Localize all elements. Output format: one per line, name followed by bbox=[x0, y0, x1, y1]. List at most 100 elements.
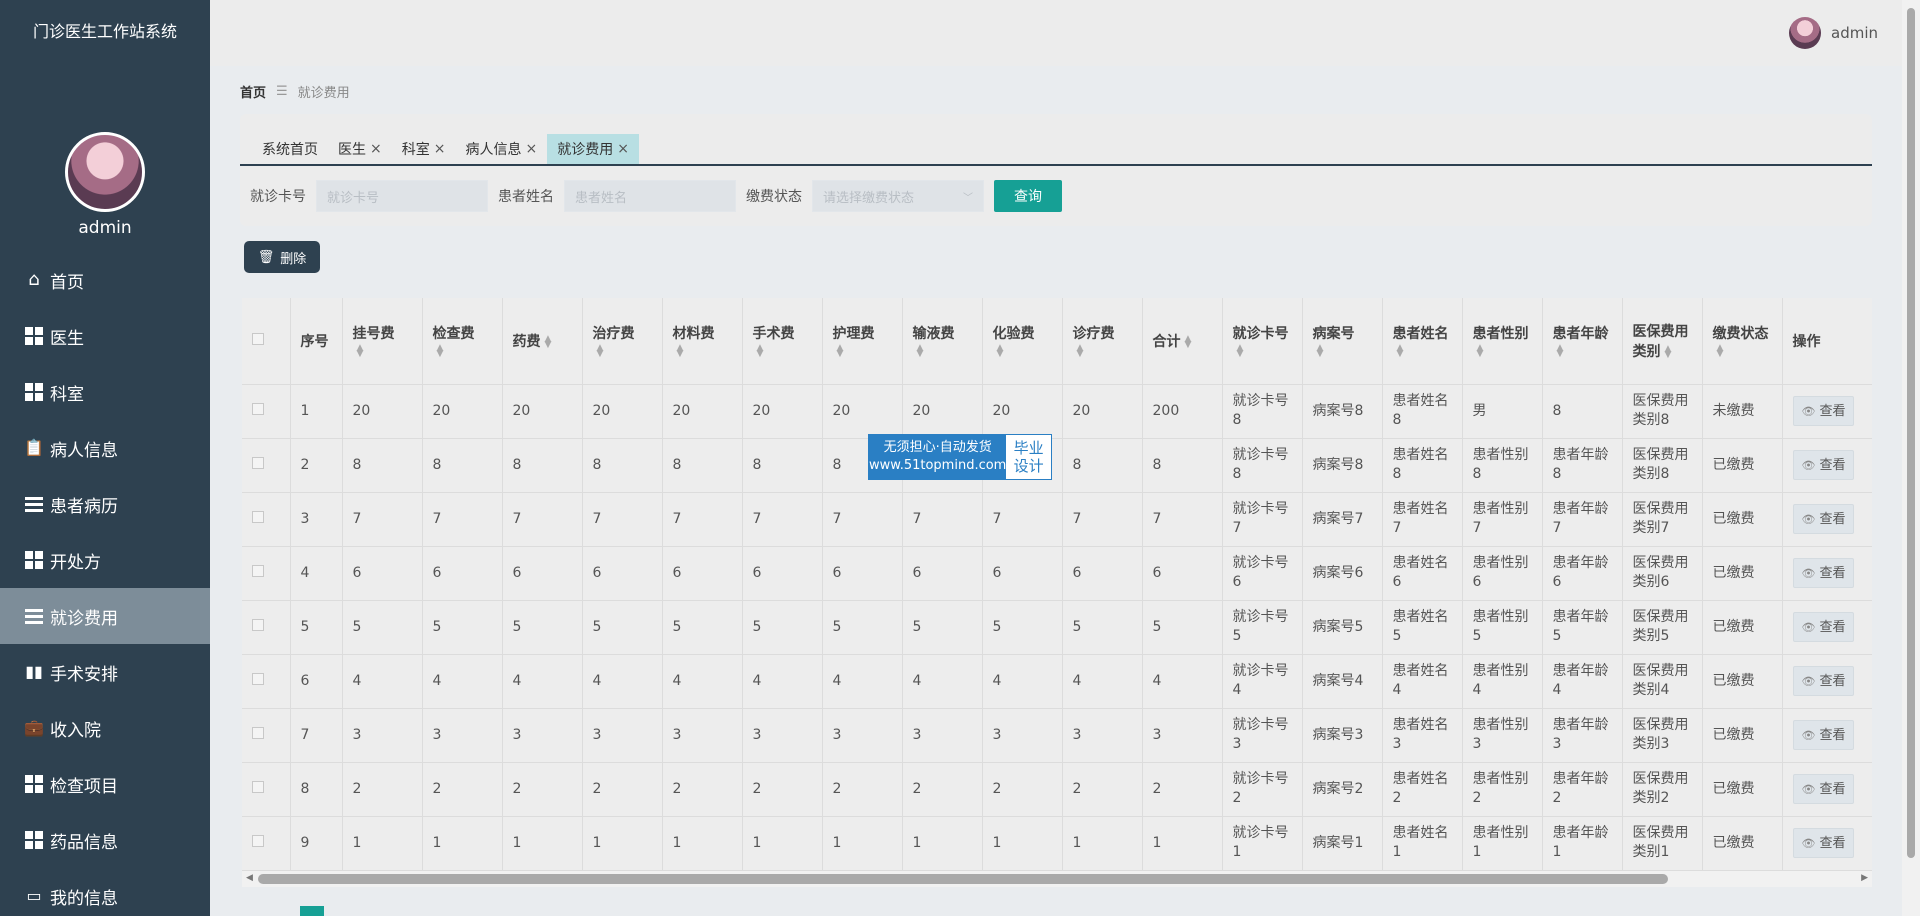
scroll-left-icon[interactable]: ◀ bbox=[246, 873, 253, 883]
sort-icon: ▲ ▼ bbox=[1184, 333, 1192, 350]
row-checkbox[interactable] bbox=[252, 834, 264, 847]
tab-1[interactable]: 医生 × bbox=[328, 134, 392, 164]
scrollbar-thumb[interactable] bbox=[258, 874, 1668, 884]
table-row[interactable]: 5 5 5 5 5 5 5 5 5 5 5 5 就诊卡号 5 病案号5 患者姓名 5 患者性别 5 患者年龄 5 医保费用… bbox=[242, 600, 1872, 655]
header-diag[interactable]: 诊疗费 ▲ ▼ bbox=[1062, 298, 1143, 385]
tab-4[interactable]: 就诊费用 × bbox=[547, 134, 639, 164]
status-select[interactable]: 请选择缴费状态 ﹀ bbox=[812, 180, 984, 212]
view-button[interactable]: 👁 查看 bbox=[1792, 720, 1855, 750]
header-paystatus[interactable]: 缴费状态 ▲ ▼ bbox=[1702, 298, 1783, 385]
cell-line: 患者年龄 bbox=[1552, 771, 1609, 787]
user-name[interactable]: admin bbox=[1831, 24, 1878, 42]
sidebar-item-7[interactable]: ▮▮ 手术安排 bbox=[0, 644, 210, 700]
header-pname[interactable]: 患者姓名 ▲ ▼ bbox=[1382, 298, 1463, 385]
sidebar-item-6[interactable]: 就诊费用 bbox=[0, 588, 210, 644]
header-nursing[interactable]: 护理费 ▲ ▼ bbox=[822, 298, 903, 385]
header-drug[interactable]: 药费 ▲ ▼ bbox=[502, 298, 583, 385]
tab-0[interactable]: 系统首页 bbox=[252, 134, 328, 164]
user-menu[interactable]: admin bbox=[1789, 17, 1878, 49]
row-checkbox[interactable] bbox=[252, 726, 264, 739]
breadcrumb-home[interactable]: 首页 bbox=[240, 82, 266, 101]
row-checkbox[interactable] bbox=[252, 456, 264, 469]
header-page[interactable]: 患者年龄 ▲ ▼ bbox=[1542, 298, 1623, 385]
view-button[interactable]: 👁 查看 bbox=[1792, 828, 1855, 858]
view-button[interactable]: 👁 查看 bbox=[1792, 450, 1855, 480]
sidebar-item-3[interactable]: 📋 病人信息 bbox=[0, 420, 210, 476]
close-icon[interactable]: × bbox=[370, 141, 382, 157]
cell-line: 1 bbox=[1552, 844, 1562, 860]
header-lab[interactable]: 化验费 ▲ ▼ bbox=[982, 298, 1063, 385]
tab-2[interactable]: 科室 × bbox=[392, 134, 456, 164]
table-row[interactable]: 7 3 3 3 3 3 3 3 3 3 3 3 就诊卡号 3 病案号3 患者姓名 3 患者性别 3 患者年龄 3 医保费用… bbox=[242, 708, 1872, 763]
card-search-input[interactable]: 就诊卡号 bbox=[316, 180, 488, 212]
table-horizontal-scrollbar[interactable]: ◀ ▶ bbox=[242, 871, 1872, 887]
view-button[interactable]: 👁 查看 bbox=[1792, 558, 1855, 588]
scrollbar-thumb[interactable] bbox=[1907, 8, 1915, 858]
close-icon[interactable]: × bbox=[525, 141, 537, 157]
cell-card: 就诊卡号 8 bbox=[1222, 384, 1303, 439]
view-button[interactable]: 👁 查看 bbox=[1792, 504, 1855, 534]
pagination-current-page[interactable] bbox=[300, 906, 324, 916]
close-icon[interactable]: × bbox=[617, 141, 629, 157]
table-row[interactable]: 9 1 1 1 1 1 1 1 1 1 1 1 就诊卡号 1 病案号1 患者姓名 1 患者性别 1 患者年龄 1 医保费用… bbox=[242, 816, 1872, 871]
view-button[interactable]: 👁 查看 bbox=[1792, 396, 1855, 426]
cell-fee: 7 bbox=[342, 492, 423, 547]
cell-line: 3 bbox=[1232, 736, 1242, 752]
row-checkbox[interactable] bbox=[252, 780, 264, 793]
table-row[interactable]: 1 20 20 20 20 20 20 20 20 20 20 200 就诊卡号 8 病案号8 患者姓名 8 男 8… bbox=[242, 384, 1872, 439]
row-checkbox[interactable] bbox=[252, 564, 264, 577]
cell-fee: 7 bbox=[902, 492, 983, 547]
cell-fee: 1 bbox=[342, 816, 423, 871]
row-checkbox[interactable] bbox=[252, 402, 264, 415]
sidebar-item-1[interactable]: 医生 bbox=[0, 308, 210, 364]
table-row[interactable]: 3 7 7 7 7 7 7 7 7 7 7 7 就诊卡号 7 病案号7 患者姓名 7 患者性别 7 患者年龄 7 医保费用… bbox=[242, 492, 1872, 547]
header-exam[interactable]: 检查费 ▲ ▼ bbox=[422, 298, 503, 385]
row-checkbox[interactable] bbox=[252, 510, 264, 523]
view-button[interactable]: 👁 查看 bbox=[1792, 666, 1855, 696]
tab-bar: 系统首页 医生 × 科室 × 病人信息 × 就诊费用 × bbox=[252, 134, 639, 164]
close-icon[interactable]: × bbox=[434, 141, 446, 157]
row-checkbox[interactable] bbox=[252, 618, 264, 631]
sidebar-item-5[interactable]: 开处方 bbox=[0, 532, 210, 588]
header-card[interactable]: 就诊卡号 ▲ ▼ bbox=[1222, 298, 1303, 385]
header-treat[interactable]: 治疗费 ▲ ▼ bbox=[582, 298, 663, 385]
row-select-cell bbox=[242, 600, 291, 655]
header-psex[interactable]: 患者性别 ▲ ▼ bbox=[1462, 298, 1543, 385]
header-surgery[interactable]: 手术费 ▲ ▼ bbox=[742, 298, 823, 385]
header-reg[interactable]: 挂号费 ▲ ▼ bbox=[342, 298, 423, 385]
name-search-input[interactable]: 患者姓名 bbox=[564, 180, 736, 212]
scroll-right-icon[interactable]: ▶ bbox=[1861, 873, 1868, 883]
delete-button[interactable]: 🗑 删除 bbox=[244, 241, 320, 273]
page-scrollbar[interactable] bbox=[1902, 0, 1920, 916]
sidebar-item-0[interactable]: ⌂ 首页 bbox=[0, 252, 210, 308]
sidebar-item-9[interactable]: 检查项目 bbox=[0, 756, 210, 812]
avatar[interactable] bbox=[1789, 17, 1821, 49]
header-insurance[interactable]: 医保费用 类别 ▲ ▼ bbox=[1622, 298, 1703, 385]
row-checkbox[interactable] bbox=[252, 672, 264, 685]
header-record[interactable]: 病案号 ▲ ▼ bbox=[1302, 298, 1383, 385]
header-total[interactable]: 合计 ▲ ▼ bbox=[1142, 298, 1223, 385]
sidebar-item-4[interactable]: 患者病历 bbox=[0, 476, 210, 532]
query-button[interactable]: 查询 bbox=[994, 180, 1062, 212]
cell-line: 8 bbox=[1552, 466, 1562, 482]
select-all-checkbox[interactable] bbox=[252, 332, 264, 345]
cell-line: 8 bbox=[1472, 466, 1482, 482]
table-row[interactable]: 8 2 2 2 2 2 2 2 2 2 2 2 就诊卡号 2 病案号2 患者姓名 2 患者性别 2 患者年龄 2 医保费用… bbox=[242, 762, 1872, 817]
table-row[interactable]: 6 4 4 4 4 4 4 4 4 4 4 4 就诊卡号 4 病案号4 患者姓名 4 患者性别 4 患者年龄 4 医保费用… bbox=[242, 654, 1872, 709]
cell-line: 就诊卡号 bbox=[1232, 501, 1289, 517]
sidebar-item-label: 我的信息 bbox=[50, 888, 118, 909]
header-material[interactable]: 材料费 ▲ ▼ bbox=[662, 298, 743, 385]
sidebar-item-8[interactable]: 💼 收入院 bbox=[0, 700, 210, 756]
sidebar-item-11[interactable]: ▭ 我的信息 bbox=[0, 868, 210, 916]
table-row[interactable]: 4 6 6 6 6 6 6 6 6 6 6 6 就诊卡号 6 病案号6 患者姓名 6 患者性别 6 患者年龄 6 医保费用… bbox=[242, 546, 1872, 601]
view-button[interactable]: 👁 查看 bbox=[1792, 774, 1855, 804]
view-button[interactable]: 👁 查看 bbox=[1792, 612, 1855, 642]
table-row[interactable]: 288888888888就诊卡号8病案号8患者姓名8患者性别8患者年龄8医保费用… bbox=[242, 438, 1872, 493]
sidebar-item-10[interactable]: 药品信息 bbox=[0, 812, 210, 868]
cell-fee: 5 bbox=[982, 600, 1063, 655]
cell-op: 👁 查看 bbox=[1782, 438, 1872, 493]
tab-3[interactable]: 病人信息 × bbox=[455, 134, 547, 164]
header-infusion[interactable]: 输液费 ▲ ▼ bbox=[902, 298, 983, 385]
sidebar-item-2[interactable]: 科室 bbox=[0, 364, 210, 420]
avatar[interactable] bbox=[65, 132, 145, 212]
